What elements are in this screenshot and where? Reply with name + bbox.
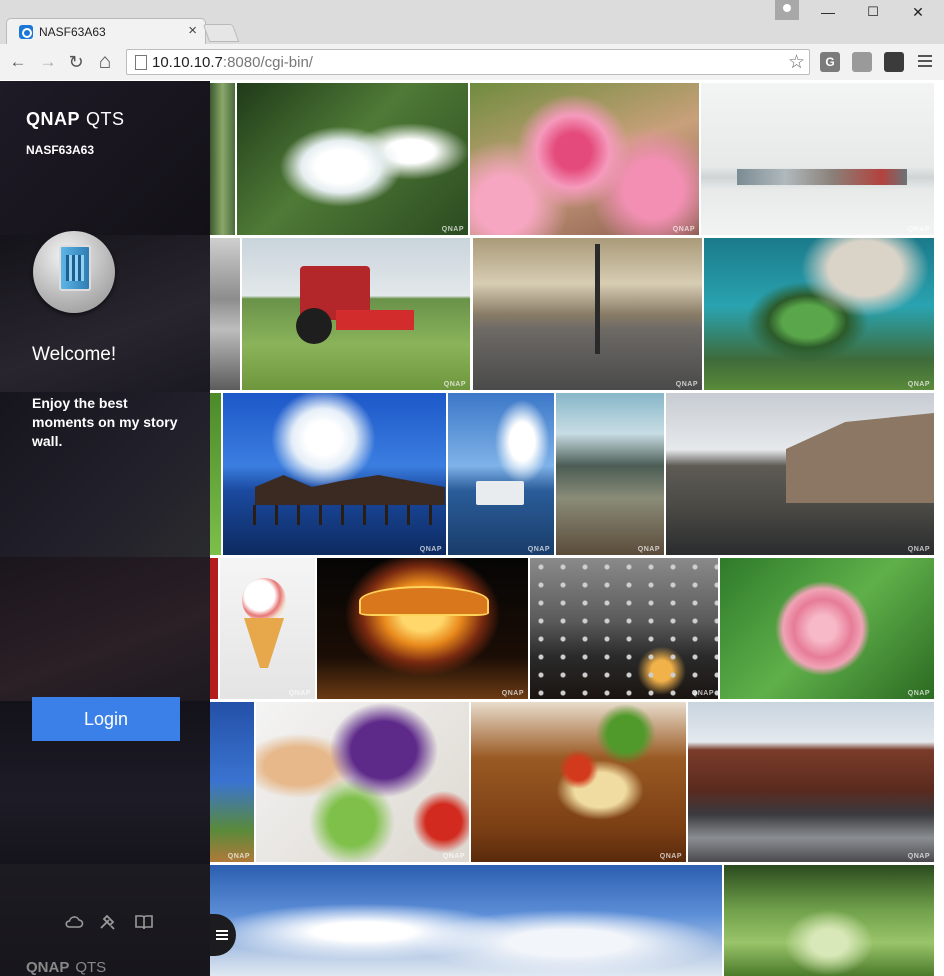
- close-window-button[interactable]: ✕: [898, 4, 938, 21]
- sidebar-footer-icons: [64, 913, 164, 933]
- curry-dish-photo: QNAP: [471, 702, 686, 862]
- welcome-tagline: Enjoy the best moments on my story wall.: [32, 395, 178, 449]
- new-tab-button[interactable]: [202, 24, 240, 42]
- maximize-button[interactable]: ☐: [853, 4, 893, 20]
- ice-cream-cone-photo: QNAP: [220, 558, 315, 699]
- seaside-rocks-photo: [210, 238, 240, 390]
- extension-shield-icon[interactable]: [884, 52, 904, 72]
- qnap-qts-logo: QNAP QTS: [26, 109, 125, 129]
- qnap-favicon-icon: [19, 25, 33, 39]
- carousel-night-photo: QNAP: [317, 558, 528, 699]
- forward-button[interactable]: →: [36, 50, 60, 74]
- fishing-boats-mist-photo: QNAP: [701, 83, 934, 235]
- tab-strip: NASF63A63 × — ☐ ✕: [0, 0, 944, 44]
- rainy-window-photo: QNAP: [530, 558, 718, 699]
- tools-icon[interactable]: [98, 913, 118, 931]
- home-button[interactable]: ⌂: [93, 50, 117, 74]
- book-icon[interactable]: [134, 913, 154, 931]
- back-button[interactable]: ←: [6, 50, 30, 74]
- street-intersection-photo: QNAP: [473, 238, 702, 390]
- sea-cliff-strip-photo: QNAP: [210, 702, 254, 862]
- tractor-field-photo: QNAP: [242, 238, 470, 390]
- bookmark-star-icon[interactable]: ☆: [788, 51, 805, 74]
- minimize-button[interactable]: —: [808, 4, 848, 20]
- pink-blossom-photo: QNAP: [470, 83, 699, 235]
- browser-chrome: NASF63A63 × — ☐ ✕ ← → ↻ ⌂ 10.10.10.7:808…: [0, 0, 944, 80]
- heart-stone-weir-photo: QNAP: [704, 238, 934, 390]
- extension-g-icon[interactable]: G: [820, 52, 840, 72]
- long-exposure-rocks-photo: QNAP: [556, 393, 664, 555]
- red-strip-photo: [210, 558, 218, 699]
- extension-copy-icon[interactable]: [852, 52, 872, 72]
- address-bar[interactable]: 10.10.10.7:8080/cgi-bin/ ☆: [126, 49, 810, 75]
- tab-close-icon[interactable]: ×: [188, 22, 197, 39]
- canal-warehouses-photo: QNAP: [666, 393, 934, 555]
- login-sidebar: QNAP QTS NASF63A63 Welcome! Enjoy the bes…: [0, 81, 210, 976]
- green-trees-photo: [724, 865, 934, 976]
- welcome-heading: Welcome!: [32, 344, 117, 365]
- sidebar-panel-4: [0, 557, 210, 701]
- wall-photo-strip-1: [210, 83, 235, 235]
- url-text: 10.10.10.7:8080/cgi-bin/: [152, 54, 313, 71]
- nas-device-icon: [33, 231, 115, 313]
- pink-rose-bud-photo: QNAP: [720, 558, 934, 699]
- page-icon: [135, 55, 147, 70]
- footer-qnap-logo: QNAP QTS: [26, 959, 107, 976]
- white-cyclamen-photo: QNAP: [237, 83, 468, 235]
- overwater-bungalows-photo: QNAP: [223, 393, 446, 555]
- browser-toolbar: ← → ↻ ⌂ 10.10.10.7:8080/cgi-bin/ ☆ G: [0, 44, 944, 80]
- profile-icon[interactable]: [775, 0, 799, 20]
- reload-button[interactable]: ↻: [64, 50, 88, 74]
- device-name: NASF63A63: [26, 143, 95, 157]
- cloud-icon[interactable]: [64, 913, 84, 931]
- blue-sky-clouds-photo: [210, 865, 722, 976]
- sidebar-header-panel: [0, 81, 210, 235]
- browser-menu-icon[interactable]: [918, 52, 932, 72]
- grilled-eggplant-photo: QNAP: [256, 702, 469, 862]
- browser-tab[interactable]: NASF63A63 ×: [6, 18, 206, 44]
- green-leaf-strip-photo: [210, 393, 221, 555]
- tab-title: NASF63A63: [39, 25, 106, 39]
- brick-warehouse-canal-photo: QNAP: [688, 702, 934, 862]
- harbor-yacht-photo: QNAP: [448, 393, 554, 555]
- login-button[interactable]: Login: [32, 697, 180, 741]
